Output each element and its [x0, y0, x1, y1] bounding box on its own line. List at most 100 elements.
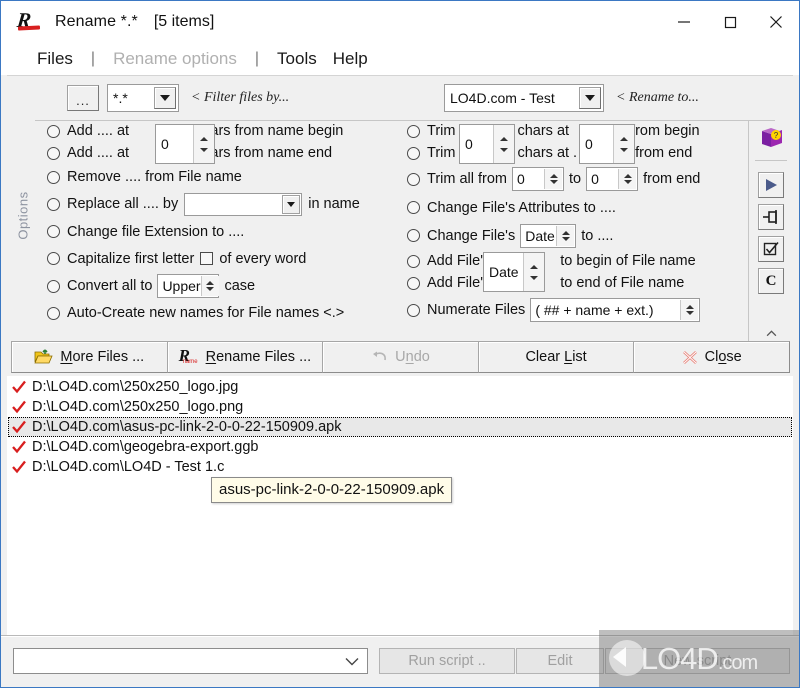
add-chars-spinner-arrows[interactable] — [193, 125, 214, 163]
add-file-date-spinner[interactable]: Date — [483, 252, 545, 292]
undo-button[interactable]: Undo — [322, 341, 479, 373]
radio-add-at-end[interactable] — [47, 146, 60, 160]
numerate-pattern-spinner[interactable]: ( ## + name + ext.) — [530, 298, 701, 322]
more-files-button[interactable]: More Files ... — [11, 341, 168, 373]
checkbox-every-word[interactable] — [200, 252, 214, 265]
option-trim-all[interactable]: Trim all from 0 to 0 from end — [407, 164, 737, 194]
filter-files-combo[interactable]: *.* — [107, 84, 179, 112]
replace-all-combo[interactable] — [184, 192, 303, 216]
numerate-pattern-arrows[interactable] — [680, 300, 699, 320]
option-capitalize[interactable]: Capitalize first letter of every word — [47, 245, 407, 272]
table-row-selected[interactable]: D:\LO4D.com\asus-pc-link-2-0-0-22-150909… — [8, 417, 792, 437]
radio-change-date[interactable] — [407, 229, 420, 242]
table-row[interactable]: D:\LO4D.com\geogebra-export.ggb — [8, 437, 792, 457]
option-auto-create-label: Auto-Create new names for File names <.> — [67, 305, 345, 321]
radio-change-extension[interactable] — [47, 225, 60, 238]
option-trim-from-begin-label-3: from begin — [631, 123, 700, 139]
rename-files-button[interactable]: R name Rename Files ... — [166, 341, 324, 373]
clear-list-label: Clear List — [525, 349, 587, 365]
add-file-date-value: Date — [489, 264, 519, 280]
table-row[interactable]: D:\LO4D.com\250x250_logo.png — [8, 397, 792, 417]
radio-trim-from-end[interactable] — [407, 146, 420, 160]
radio-add-at-begin[interactable] — [47, 124, 60, 138]
edit-script-button[interactable]: Edit — [516, 648, 604, 674]
chevron-down-icon[interactable] — [345, 657, 359, 666]
trim-chars-spinner[interactable]: 0 — [459, 124, 515, 164]
maximize-button[interactable] — [707, 1, 753, 43]
script-select-combo[interactable] — [13, 648, 368, 674]
radio-add-to-begin[interactable] — [407, 254, 420, 268]
option-change-date[interactable]: Change File's Date to .... — [407, 221, 737, 250]
trim-all-from-arrows[interactable] — [544, 169, 563, 189]
option-change-extension[interactable]: Change file Extension to .... — [47, 218, 407, 245]
menu-item-files[interactable]: Files — [29, 49, 81, 69]
menu-item-help[interactable]: Help — [325, 49, 376, 69]
option-add-to-begin-label-1: Add File's — [427, 253, 491, 269]
minimize-button[interactable] — [661, 1, 707, 43]
new-script-button[interactable]: New script — [605, 648, 790, 674]
radio-capitalize[interactable] — [47, 252, 60, 265]
radio-add-to-end[interactable] — [407, 276, 420, 290]
option-trim-from-end[interactable]: Trim chars at . from end — [407, 142, 737, 164]
option-add-to-begin[interactable]: Add File's to begin of File name — [407, 250, 737, 272]
radio-convert-case[interactable] — [47, 279, 60, 293]
clear-list-button[interactable]: Clear List — [477, 341, 635, 373]
radio-trim-from-begin[interactable] — [407, 124, 420, 138]
more-files-label: More Files ... — [60, 349, 145, 365]
option-add-to-end[interactable]: Add File's to end of File name — [407, 272, 737, 294]
trim-all-to-spinner[interactable]: 0 — [586, 167, 639, 191]
browse-button[interactable]: ... — [67, 85, 99, 111]
close-list-button[interactable]: Close — [633, 341, 790, 373]
radio-numerate-files[interactable] — [407, 303, 420, 317]
option-convert-case[interactable]: Convert all to Upper case — [47, 272, 407, 300]
check-box-button[interactable] — [758, 236, 784, 262]
radio-remove-from-name[interactable] — [47, 170, 60, 184]
radio-trim-all[interactable] — [407, 172, 420, 186]
checkmark-icon — [12, 440, 26, 454]
convert-case-spinner[interactable]: Upper — [157, 274, 220, 298]
clear-c-button[interactable]: C — [758, 268, 784, 294]
pin-button[interactable] — [758, 204, 784, 230]
option-change-attributes[interactable]: Change File's Attributes to .... — [407, 194, 737, 221]
numerate-pattern-value: ( ## + name + ext.) — [535, 302, 654, 318]
rename-to-combo[interactable]: LO4D.com - Test — [444, 84, 604, 112]
add-file-date-arrows[interactable] — [523, 253, 544, 291]
option-remove-from-name[interactable]: Remove .... from File name — [47, 164, 407, 190]
play-button[interactable] — [758, 172, 784, 198]
add-chars-spinner[interactable]: 0 — [155, 124, 215, 164]
rename-files-label: Rename Files ... — [205, 349, 312, 365]
option-trim-from-begin[interactable]: Trim chars at from begin — [407, 120, 737, 142]
help-book-icon[interactable]: ? — [759, 126, 785, 152]
trim-position-spinner[interactable]: 0 — [579, 124, 635, 164]
filter-dropdown-button[interactable] — [154, 87, 176, 109]
rename-to-dropdown-button[interactable] — [579, 87, 601, 109]
convert-case-spinner-arrows[interactable] — [200, 276, 219, 296]
change-date-spinner[interactable]: Date — [520, 223, 577, 248]
arrow-up-icon — [200, 136, 208, 141]
menu-item-rename-options[interactable]: Rename options — [105, 49, 245, 69]
option-replace-all[interactable]: Replace all .... by in name — [47, 190, 407, 218]
file-list[interactable]: D:\LO4D.com\250x250_logo.jpg D:\LO4D.com… — [7, 376, 793, 636]
option-add-at-begin-label-1: Add .... at — [67, 123, 130, 139]
arrow-down-icon — [530, 275, 538, 280]
table-row[interactable]: D:\LO4D.com\LO4D - Test 1.c — [8, 457, 792, 477]
trim-all-to-arrows[interactable] — [618, 169, 637, 189]
option-add-at-begin[interactable]: Add .... at chars from name begin — [47, 120, 407, 142]
option-auto-create[interactable]: Auto-Create new names for File names <.> — [47, 300, 407, 326]
replace-all-dropdown-button[interactable] — [282, 194, 301, 214]
table-row[interactable]: D:\LO4D.com\250x250_logo.jpg — [8, 377, 792, 397]
trim-position-spinner-arrows[interactable] — [613, 125, 634, 163]
run-script-button[interactable]: Run script .. — [379, 648, 515, 674]
menu-item-tools[interactable]: Tools — [269, 49, 325, 69]
chevron-up-icon — [766, 330, 776, 337]
radio-change-attributes[interactable] — [407, 201, 420, 214]
option-add-at-end[interactable]: Add .... at chars from name end — [47, 142, 407, 164]
file-path: D:\LO4D.com\geogebra-export.ggb — [32, 439, 259, 455]
trim-all-from-spinner[interactable]: 0 — [512, 167, 565, 191]
option-numerate-files[interactable]: Numerate Files ( ## + name + ext.) — [407, 296, 737, 324]
radio-replace-all[interactable] — [47, 197, 60, 211]
radio-auto-create[interactable] — [47, 306, 60, 320]
change-date-arrows[interactable] — [556, 225, 575, 246]
trim-chars-spinner-arrows[interactable] — [493, 125, 514, 163]
close-button[interactable] — [753, 1, 799, 43]
